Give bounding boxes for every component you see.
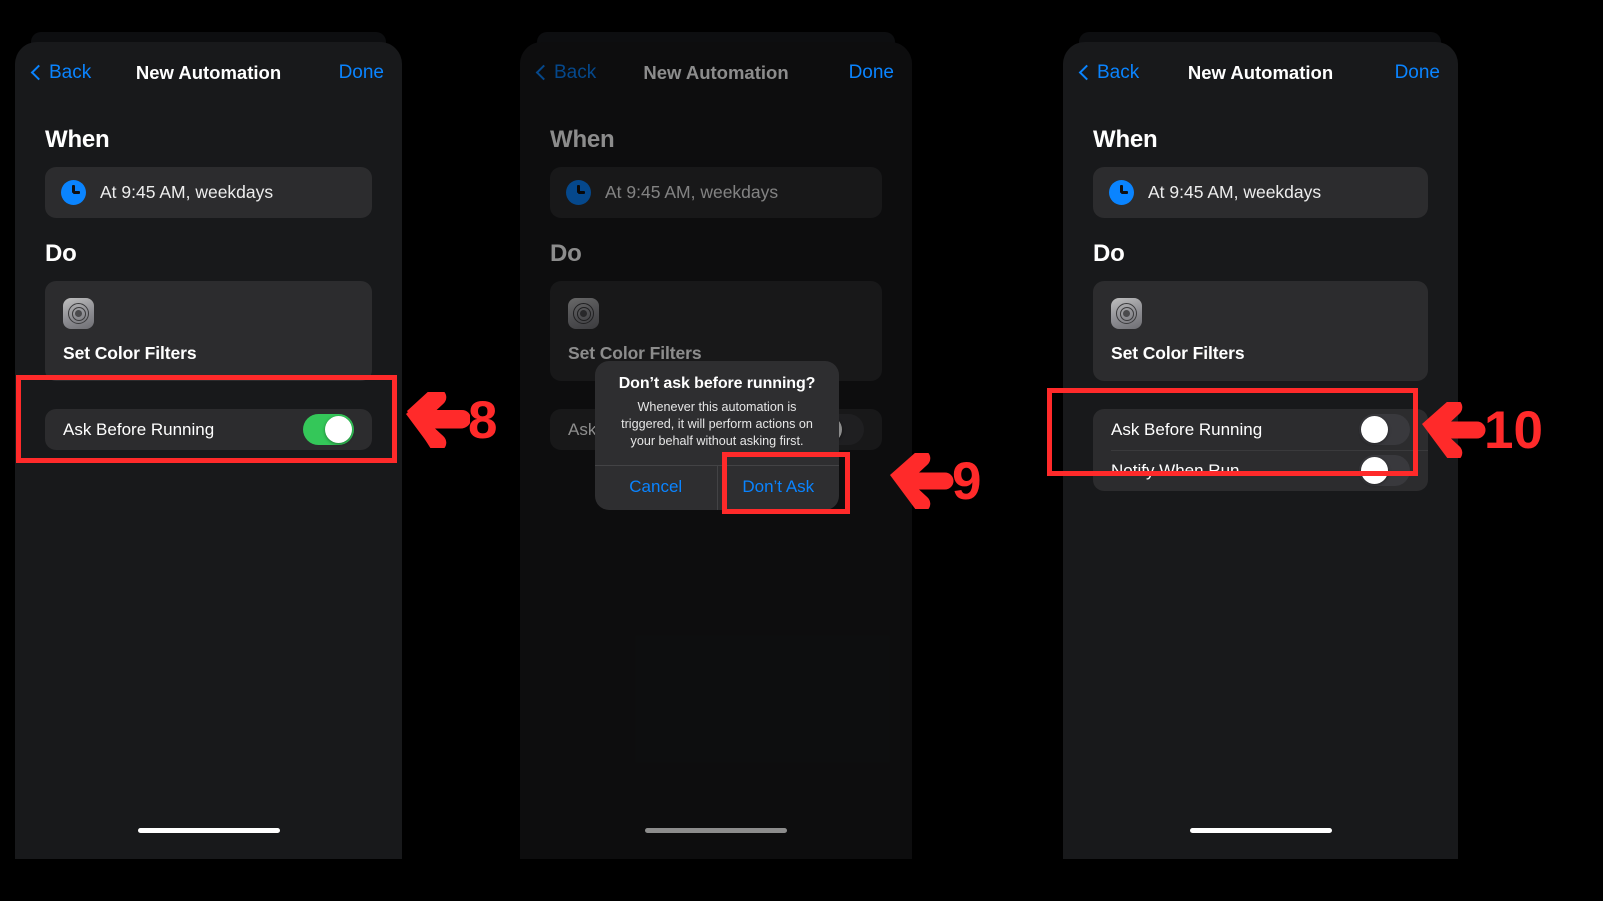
notify-when-run-toggle[interactable]: [1359, 455, 1410, 486]
back-button-label-3: Back: [1097, 62, 1140, 83]
trigger-card[interactable]: At 9:45 AM, weekdays: [45, 167, 372, 218]
annotation-number-8: 8: [468, 390, 498, 450]
arrow-left-icon: [888, 453, 954, 509]
color-filters-app-icon: [63, 298, 94, 329]
annotation-number-10: 10: [1484, 400, 1543, 460]
color-filters-app-icon: [568, 298, 599, 329]
ask-before-running-row[interactable]: Ask Before Running: [45, 409, 372, 450]
home-indicator-2: [645, 828, 787, 833]
phone-screen-1: Back New Automation Done When At 9:45 AM…: [15, 42, 402, 859]
clock-icon: [566, 180, 591, 205]
cancel-button[interactable]: Cancel: [595, 466, 717, 510]
annotation-step-8: 8: [404, 392, 497, 448]
ask-before-running-toggle-3[interactable]: [1359, 414, 1410, 445]
notify-when-run-row[interactable]: Notify When Run: [1093, 450, 1428, 491]
ask-before-running-label: Ask Before Running: [63, 419, 215, 439]
trigger-row[interactable]: At 9:45 AM, weekdays: [45, 167, 372, 218]
done-button-3[interactable]: Done: [1395, 62, 1440, 84]
trigger-row-3[interactable]: At 9:45 AM, weekdays: [1093, 167, 1428, 218]
clock-icon: [1109, 180, 1134, 205]
do-section-title-2: Do: [550, 240, 582, 267]
nav-bar-3: Back New Automation Done: [1063, 42, 1458, 104]
alert-title: Don’t ask before running?: [618, 375, 816, 392]
arrow-left-icon: [404, 392, 470, 448]
trigger-card-2[interactable]: At 9:45 AM, weekdays: [550, 167, 882, 218]
alert-body: Don’t ask before running? Whenever this …: [595, 361, 839, 465]
nav-bar: Back New Automation Done: [15, 42, 402, 104]
nav-bar-2: Back New Automation Done: [520, 42, 912, 104]
clock-icon: [61, 180, 86, 205]
notify-when-run-label: Notify When Run: [1111, 460, 1240, 480]
trigger-label-2: At 9:45 AM, weekdays: [605, 182, 779, 202]
screenshot-stage: Back New Automation Done When At 9:45 AM…: [0, 0, 1603, 901]
alert-actions: Cancel Don’t Ask: [595, 464, 840, 510]
do-section-title: Do: [45, 240, 77, 267]
color-filters-app-icon: [1111, 298, 1142, 329]
back-button[interactable]: Back: [30, 62, 92, 84]
trigger-row-2[interactable]: At 9:45 AM, weekdays: [550, 167, 882, 218]
annotation-step-9: 9: [888, 453, 981, 509]
chevron-left-icon: [535, 64, 552, 81]
action-card-3[interactable]: Set Color Filters: [1093, 281, 1428, 381]
panel3-content: When At 9:45 AM, weekdays Do Set Color F…: [1063, 126, 1458, 491]
alert-message: Whenever this automation is triggered, i…: [621, 400, 813, 448]
chevron-left-icon: [1078, 64, 1095, 81]
when-section-title-2: When: [550, 126, 615, 153]
action-label: Set Color Filters: [63, 343, 197, 363]
back-button-3[interactable]: Back: [1078, 62, 1140, 84]
action-label-3: Set Color Filters: [1111, 343, 1245, 363]
annotation-step-10: 10: [1420, 402, 1543, 458]
action-card[interactable]: Set Color Filters: [45, 281, 372, 381]
ask-before-running-toggle[interactable]: [303, 414, 354, 445]
do-section-title-3: Do: [1093, 240, 1125, 267]
home-indicator: [137, 828, 280, 833]
phone-screen-3: Back New Automation Done When At 9:45 AM…: [1063, 42, 1458, 859]
ask-before-running-label-3: Ask Before Running: [1111, 419, 1263, 439]
trigger-label-3: At 9:45 AM, weekdays: [1148, 182, 1322, 202]
trigger-card-3[interactable]: At 9:45 AM, weekdays: [1093, 167, 1428, 218]
done-button[interactable]: Done: [339, 62, 384, 84]
ask-before-running-row-3[interactable]: Ask Before Running: [1093, 409, 1428, 450]
back-button-label: Back: [49, 62, 92, 83]
done-button-2[interactable]: Done: [849, 62, 894, 84]
chevron-left-icon: [30, 64, 47, 81]
home-indicator-3: [1189, 828, 1332, 833]
arrow-left-icon: [1420, 402, 1486, 458]
back-button-label-2: Back: [554, 62, 597, 83]
when-section-title: When: [45, 126, 110, 153]
trigger-label: At 9:45 AM, weekdays: [100, 182, 274, 202]
back-button-2[interactable]: Back: [535, 62, 597, 84]
options-group-3: Ask Before Running Notify When Run: [1093, 409, 1428, 491]
when-section-title-3: When: [1093, 126, 1158, 153]
dont-ask-button[interactable]: Don’t Ask: [716, 465, 840, 510]
options-group: Ask Before Running: [45, 409, 372, 450]
dont-ask-alert-dialog: Don’t ask before running? Whenever this …: [595, 361, 839, 510]
annotation-number-9: 9: [952, 451, 982, 511]
panel1-content: When At 9:45 AM, weekdays Do Set Color F…: [15, 126, 402, 450]
